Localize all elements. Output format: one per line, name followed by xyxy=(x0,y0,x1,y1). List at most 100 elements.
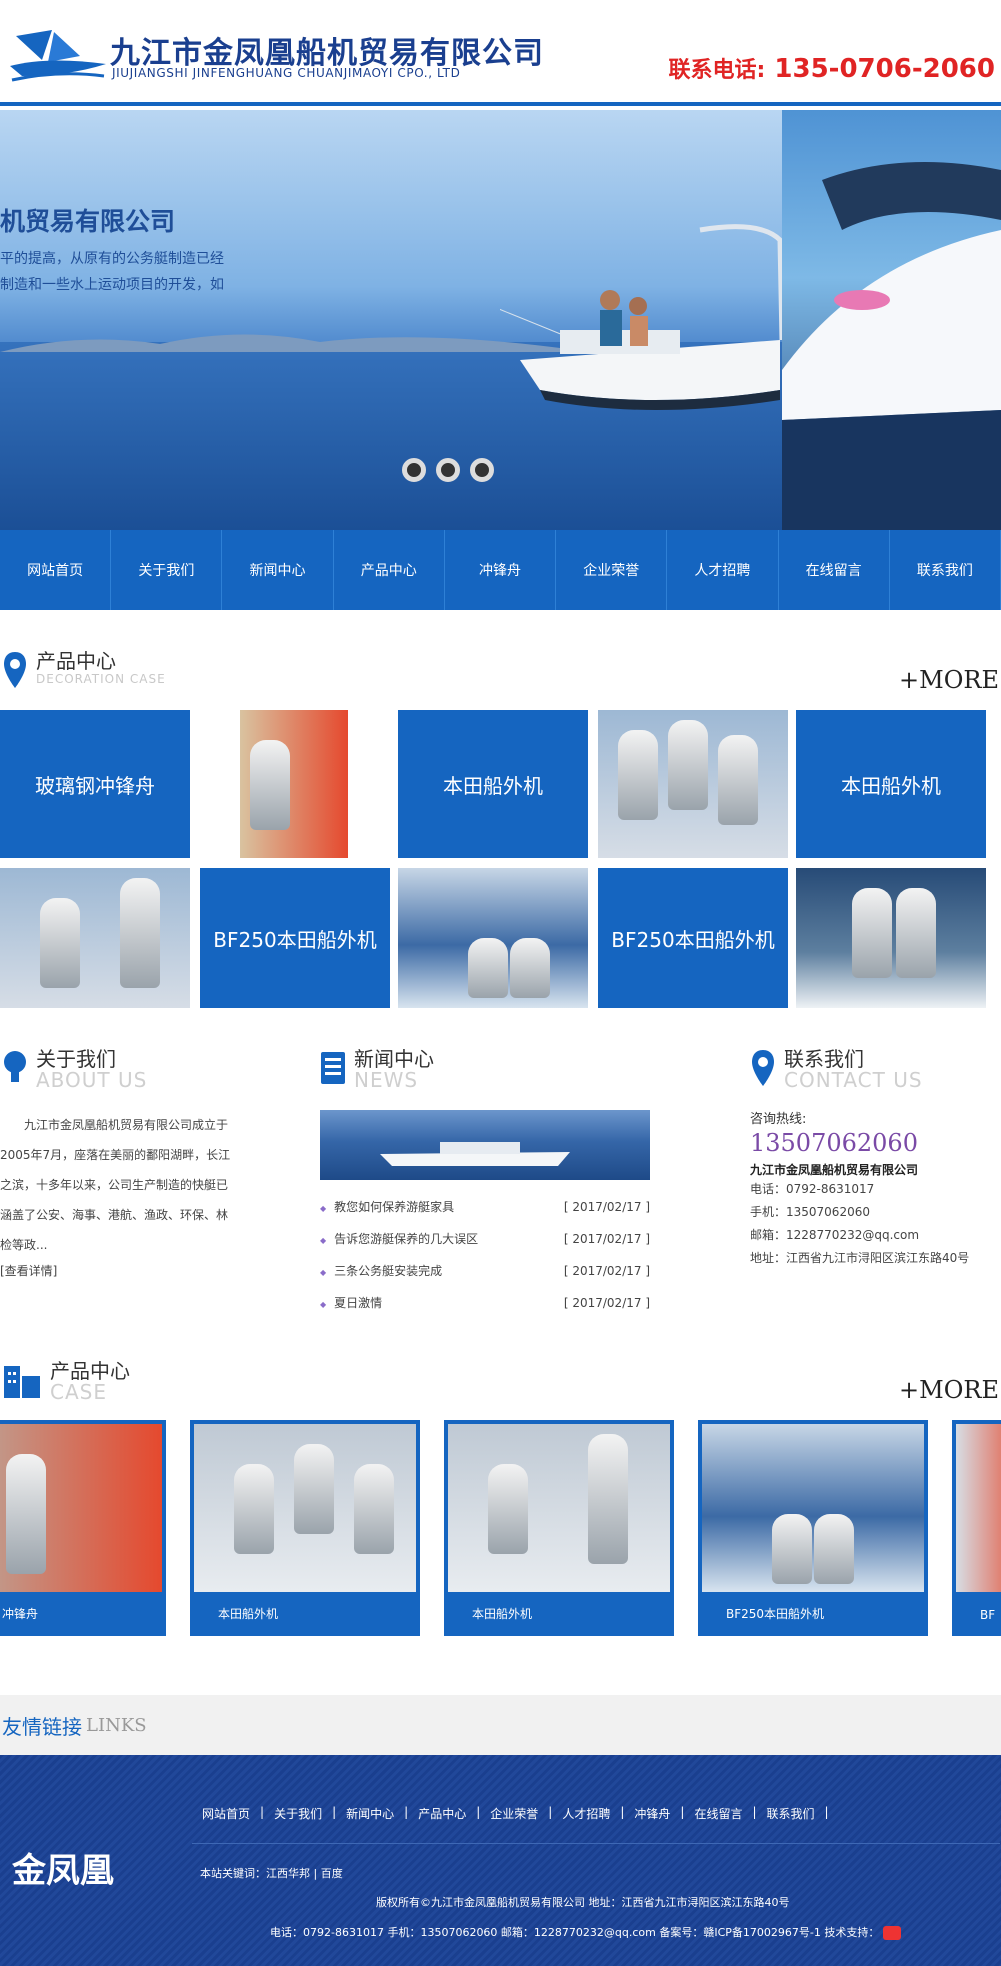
lightbulb-icon xyxy=(4,1051,26,1082)
nav-assault-boat[interactable]: 冲锋舟 xyxy=(445,530,557,610)
product-tile[interactable]: BF250本田船外机 xyxy=(200,868,390,1008)
yacht-image xyxy=(380,1142,570,1166)
footer-nav-item[interactable]: 产品中心 xyxy=(408,1805,476,1822)
footer-nav-item[interactable]: 在线留言 xyxy=(684,1805,752,1822)
outboard-motor-image xyxy=(488,1464,528,1554)
nav-home[interactable]: 网站首页 xyxy=(0,530,112,610)
outboard-motor-image xyxy=(510,938,550,998)
banner-text-line: 制造和一些水上运动项目的开发，如 xyxy=(0,277,224,293)
outboard-motor-image xyxy=(294,1444,334,1534)
product-photo[interactable] xyxy=(796,868,986,1008)
case-card[interactable]: 本田船外机 xyxy=(190,1420,420,1636)
contact-address: 地址：江西省九江市浔阳区滨江东路40号 xyxy=(750,1251,970,1265)
location-pin-icon xyxy=(4,652,26,688)
footer-contact-text: 电话：0792-8631017 手机：13507062060 邮箱：122877… xyxy=(270,1926,880,1939)
nav-careers[interactable]: 人才招聘 xyxy=(667,530,779,610)
footer-nav-divider: | xyxy=(824,1805,829,1819)
banner-side-photo xyxy=(782,110,1001,530)
about-more-link[interactable]: [查看详情] xyxy=(0,1262,232,1279)
product-photo[interactable] xyxy=(598,710,788,858)
footer-nav-item[interactable]: 联系我们 xyxy=(757,1805,825,1822)
news-list: 教您如何保养游艇家具 [ 2017/02/17 ] 告诉您游艇保养的几大误区 [ 2… xyxy=(320,1192,650,1320)
footer-nav-item[interactable]: 企业荣誉 xyxy=(480,1805,548,1822)
nav-about[interactable]: 关于我们 xyxy=(111,530,223,610)
company-name-en: JIUJIANGSHI JINFENGHUANG CHUANJIMAOYI CP… xyxy=(112,66,461,80)
outboard-motor-image xyxy=(468,938,508,998)
product-photo[interactable] xyxy=(398,868,588,1008)
news-item[interactable]: 教您如何保养游艇家具 [ 2017/02/17 ] xyxy=(320,1192,650,1224)
nav-contact[interactable]: 联系我们 xyxy=(890,530,1001,610)
news-title[interactable]: 三条公务艇安装完成 xyxy=(320,1256,442,1288)
news-title[interactable]: 夏日激情 xyxy=(320,1288,382,1320)
outboard-motor-image xyxy=(354,1464,394,1554)
phone-number: 135-0706-2060 xyxy=(774,54,995,84)
page: 九江市金凤凰船机贸易有限公司 JIUJIANGSHI JINFENGHUANG … xyxy=(0,0,1001,1966)
contact-column: 咨询热线: 13507062060 九江市金凤凰船机贸易有限公司 电话：0792… xyxy=(750,1096,1000,1270)
news-item[interactable]: 告诉您游艇保养的几大误区 [ 2017/02/17 ] xyxy=(320,1224,650,1256)
banner-dot[interactable] xyxy=(470,458,494,482)
nav-news[interactable]: 新闻中心 xyxy=(222,530,334,610)
news-boat-image[interactable] xyxy=(320,1110,650,1180)
news-title[interactable]: 告诉您游艇保养的几大误区 xyxy=(320,1224,478,1256)
outboard-motor-image xyxy=(250,740,290,830)
nav-honors[interactable]: 企业荣誉 xyxy=(556,530,668,610)
about-column: 九江市金凤凰船机贸易有限公司成立于2005年7月，座落在美丽的鄱阳湖畔，长江之滨… xyxy=(0,1110,232,1279)
nav-message[interactable]: 在线留言 xyxy=(779,530,890,610)
yacht-image xyxy=(782,162,1001,530)
case-card[interactable]: BF250本田船外机 xyxy=(698,1420,928,1636)
product-photo[interactable] xyxy=(0,868,190,1008)
outboard-motor-image xyxy=(772,1514,812,1584)
main-nav: 网站首页 关于我们 新闻中心 产品中心 冲锋舟 企业荣誉 人才招聘 在线留言 联… xyxy=(0,530,1001,610)
product-tile[interactable]: 本田船外机 xyxy=(796,710,986,858)
product-photo[interactable] xyxy=(240,710,348,858)
footer-nav-item[interactable]: 网站首页 xyxy=(192,1805,260,1822)
case-card[interactable]: BF xyxy=(952,1420,1001,1636)
news-item[interactable]: 三条公务艇安装完成 [ 2017/02/17 ] xyxy=(320,1256,650,1288)
hero-banner[interactable]: 机贸易有限公司 平的提高，从原有的公务艇制造已经 制造和一些水上运动项目的开发，… xyxy=(0,110,1001,530)
news-item[interactable]: 夏日激情 [ 2017/02/17 ] xyxy=(320,1288,650,1320)
sailboat-logo-icon[interactable] xyxy=(8,26,108,86)
case-photo xyxy=(448,1424,670,1592)
footer-nav-item[interactable]: 冲锋舟 xyxy=(624,1805,680,1822)
about-section-title: 关于我们 ABOUT US xyxy=(2,1048,147,1090)
product-tile[interactable]: 本田船外机 xyxy=(398,710,588,858)
outboard-motor-image xyxy=(588,1434,628,1564)
product-tile[interactable]: 玻璃钢冲锋舟 xyxy=(0,710,190,858)
case-photo xyxy=(956,1424,1001,1592)
case-label: BF250本田船外机 xyxy=(726,1607,825,1621)
case-card[interactable]: 冲锋舟 xyxy=(0,1420,166,1636)
outboard-motor-image xyxy=(120,878,160,988)
building-icon xyxy=(4,1366,40,1398)
banner-title: 机贸易有限公司 xyxy=(0,207,176,236)
site-header: 九江市金凤凰船机贸易有限公司 JIUJIANGSHI JINFENGHUANG … xyxy=(0,0,1001,106)
footer-nav-item[interactable]: 关于我们 xyxy=(264,1805,332,1822)
contact-company: 九江市金凤凰船机贸易有限公司 xyxy=(750,1163,919,1177)
nav-products[interactable]: 产品中心 xyxy=(334,530,445,610)
banner-dot[interactable] xyxy=(436,458,460,482)
case-photo xyxy=(0,1424,162,1592)
footer-nav-item[interactable]: 新闻中心 xyxy=(336,1805,404,1822)
footer-nav-item[interactable]: 人才招聘 xyxy=(552,1805,620,1822)
section-title-cn: 产品中心 xyxy=(50,1359,130,1383)
cases-more-link[interactable]: +MORE xyxy=(899,1376,999,1404)
case-card[interactable]: 本田船外机 xyxy=(444,1420,674,1636)
banner-pagination xyxy=(402,458,494,482)
hills-silhouette xyxy=(0,334,560,352)
product-tile[interactable]: BF250本田船外机 xyxy=(598,868,788,1008)
footer-keywords[interactable]: 本站关键词：江西华邦 | 百度 xyxy=(200,1865,343,1881)
case-label: BF xyxy=(980,1608,996,1622)
section-title-en: DECORATION CASE xyxy=(36,672,166,686)
news-section-title: 新闻中心 NEWS xyxy=(320,1048,434,1090)
outboard-motor-image xyxy=(234,1464,274,1554)
contact-mobile: 手机：13507062060 xyxy=(750,1205,870,1219)
section-title-cn: 新闻中心 xyxy=(354,1047,434,1071)
phone-label: 联系电话: xyxy=(668,58,766,83)
case-photo xyxy=(702,1424,924,1592)
tech-support-icon[interactable] xyxy=(883,1926,902,1940)
news-title[interactable]: 教您如何保养游艇家具 xyxy=(320,1192,454,1224)
case-label: 冲锋舟 xyxy=(2,1607,39,1621)
products-more-link[interactable]: +MORE xyxy=(899,666,999,694)
outboard-motor-image xyxy=(668,720,708,810)
banner-dot[interactable] xyxy=(402,458,426,482)
outboard-motor-image xyxy=(40,898,80,988)
